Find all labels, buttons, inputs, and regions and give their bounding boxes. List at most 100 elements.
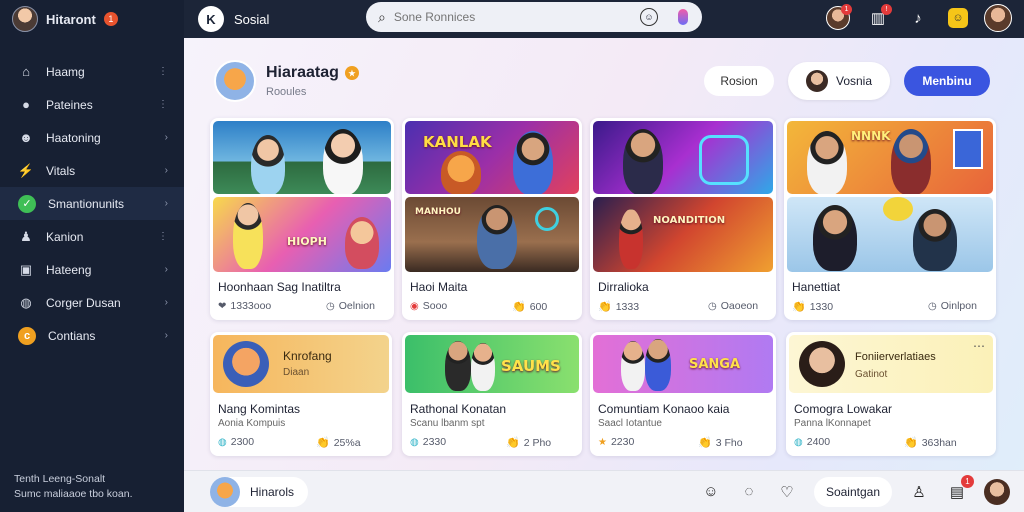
person-image [477,205,517,269]
sidebar-item-kanion[interactable]: ♟ Kanion ⋮ [0,220,184,253]
neon-sign-image [535,207,559,231]
community-card[interactable]: Knrofang Diaan Nang Komintas Aonia Kompu… [210,332,392,456]
card-count-secondary: 25%a [333,436,361,449]
video-thumbnail[interactable] [593,121,773,194]
chat-icon[interactable]: ◌ [738,481,760,503]
primary-action-button[interactable]: Menbinu [904,66,990,96]
card-subtitle: Saacl Iotantue [598,418,662,429]
profile-avatar[interactable] [214,60,256,102]
content-card[interactable]: KANLAK MANHOU Haoi Maita ◉ Sooo 👏 600 [402,118,582,320]
card-meta: 👏 1330 [792,300,833,314]
community-card[interactable]: Foniierverlatiaes Gatinot ⋯ Comogra Lowa… [786,332,996,456]
heart-icon[interactable]: ♡ [776,481,798,503]
avatar [210,476,240,507]
reaction-icon: 👏 [904,437,918,449]
user-avatar[interactable] [984,4,1012,32]
video-thumbnail[interactable]: HIOPH [213,197,391,272]
bottom-actions: ☺ ◌ ♡ Soaintgan ♙ ▤ 1 [700,474,1010,507]
card-banner[interactable]: Knrofang Diaan [213,335,389,393]
user-chip-button[interactable]: Vosnia [788,62,890,100]
person-image [233,203,263,269]
more-icon[interactable]: ⋮ [158,66,168,77]
sidebar-item-contians[interactable]: c Contians › [0,319,184,352]
verified-icon: ★ [344,66,359,80]
balloon-image [883,197,913,221]
character-image [441,151,481,194]
sidebar-header: Hitaront 1 [0,0,184,38]
emoji-icon[interactable]: ☺ [640,8,658,26]
bottom-bar: Hinarols ☺ ◌ ♡ Soaintgan ♙ ▤ 1 [184,470,1024,512]
chevron-right-icon: › [164,264,168,275]
person-image [621,341,645,391]
reaction-icon: 👏 [506,437,520,449]
card-title: Haoi Maita [410,280,468,294]
community-card[interactable]: SAUMS Rathonal Konatan Scanu lbanm spt ◍… [402,332,582,456]
content-card[interactable]: HIOPH Hoonhaan Sag Inatiltra ❤ 1333ooo ◷… [210,118,394,320]
store-icon[interactable]: ▥! [864,4,892,32]
sidebar-item-pateines[interactable]: ● Pateines ⋮ [0,88,184,121]
app-logo-icon[interactable]: K [198,6,224,32]
content-card[interactable]: NNNK Hanettiat 👏 1330 ◷ Oinlpon [784,118,996,320]
more-icon[interactable]: ⋮ [158,99,168,110]
card-meta-right: ◷ Oelnion [326,300,375,312]
sidebar-item-label: Vitals [46,163,76,178]
card-banner[interactable]: SANGA [593,335,773,393]
card-count: 2330 [422,436,447,448]
content-card[interactable]: NOANDITION Dirralioka 👏 1333 ◷ Oaoeon [590,118,776,320]
user-avatar[interactable] [984,478,1010,505]
video-thumbnail[interactable]: KANLAK [405,121,579,194]
profile-subtitle: Rooules [266,86,307,98]
more-options-icon[interactable]: ⋯ [973,339,985,353]
sidebar-item-smantionunits[interactable]: ✓ Smantionunits › [0,187,184,220]
sidebar-item-label: Pateines [46,97,93,112]
video-thumbnail[interactable] [213,121,391,194]
bolt-icon: ⚡ [17,162,35,178]
sidebar-item-label: Corger Dusan [46,295,121,310]
person-image [913,209,957,271]
microphone-icon[interactable] [678,9,688,25]
reaction-icon: 👏 [598,301,612,313]
notification-dot: ! [881,4,892,15]
profile-notifications-icon[interactable]: 1 [824,4,852,32]
chevron-right-icon: › [164,165,168,176]
sidebar-item-vitals[interactable]: ⚡ Vitals › [0,154,184,187]
community-card[interactable]: SANGA Comuntiam Konaoo kaia Saacl Iotant… [590,332,776,456]
more-icon[interactable]: ⋮ [158,231,168,242]
person-image [645,339,671,391]
search-icon: ⌕ [378,8,386,25]
bottom-user-chip[interactable]: Hinarols [210,476,309,507]
card-stats: ◍ 2300 [218,436,254,448]
chevron-right-icon: › [164,330,168,341]
sidebar-item-hateeng[interactable]: ▣ Hateeng › [0,253,184,286]
sidebar-item-haatoning[interactable]: ☻ Haatoning › [0,121,184,154]
video-thumbnail[interactable]: NNNK [787,121,993,194]
banner-text: SAUMS [501,357,561,375]
person-image [813,205,857,271]
video-thumbnail[interactable] [787,197,993,272]
people-icon[interactable]: ♙ [908,481,930,503]
card-banner[interactable]: SAUMS [405,335,579,393]
rewards-icon[interactable]: ☺ [944,4,972,32]
home-icon: ⌂ [22,64,30,79]
card-meta-right: ◷ Oaoeon [708,300,758,312]
main-content: Hiaraatag ★ Rooules Rosion Vosnia Menbin… [184,38,1024,512]
bottom-action-button[interactable]: Soaintgan [813,476,892,507]
notifications-icon[interactable]: ▤ 1 [946,474,974,503]
card-title: Nang Komintas [218,402,301,416]
person-image [623,129,663,194]
search-input[interactable] [393,10,634,24]
avatar [805,70,828,92]
account-avatar[interactable] [12,6,38,32]
bell-icon[interactable]: ♪ [904,4,932,32]
smiley-icon[interactable]: ☺ [700,481,722,503]
sidebar-item-home[interactable]: ⌂ Haamg ⋮ [0,55,184,88]
video-thumbnail[interactable]: MANHOU [405,197,579,272]
image-icon: ▣ [19,261,33,277]
footer-line: Tenth Leeng-Sonalt [14,473,106,485]
rosion-button[interactable]: Rosion [704,66,774,96]
card-banner[interactable]: Foniierverlatiaes Gatinot ⋯ [789,335,993,393]
card-header-subtitle: Diaan [283,367,310,378]
sidebar-item-corger-dusan[interactable]: ◍ Corger Dusan › [0,286,184,319]
video-thumbnail[interactable]: NOANDITION [593,197,773,272]
thumbnail-caption: NOANDITION [653,215,726,226]
